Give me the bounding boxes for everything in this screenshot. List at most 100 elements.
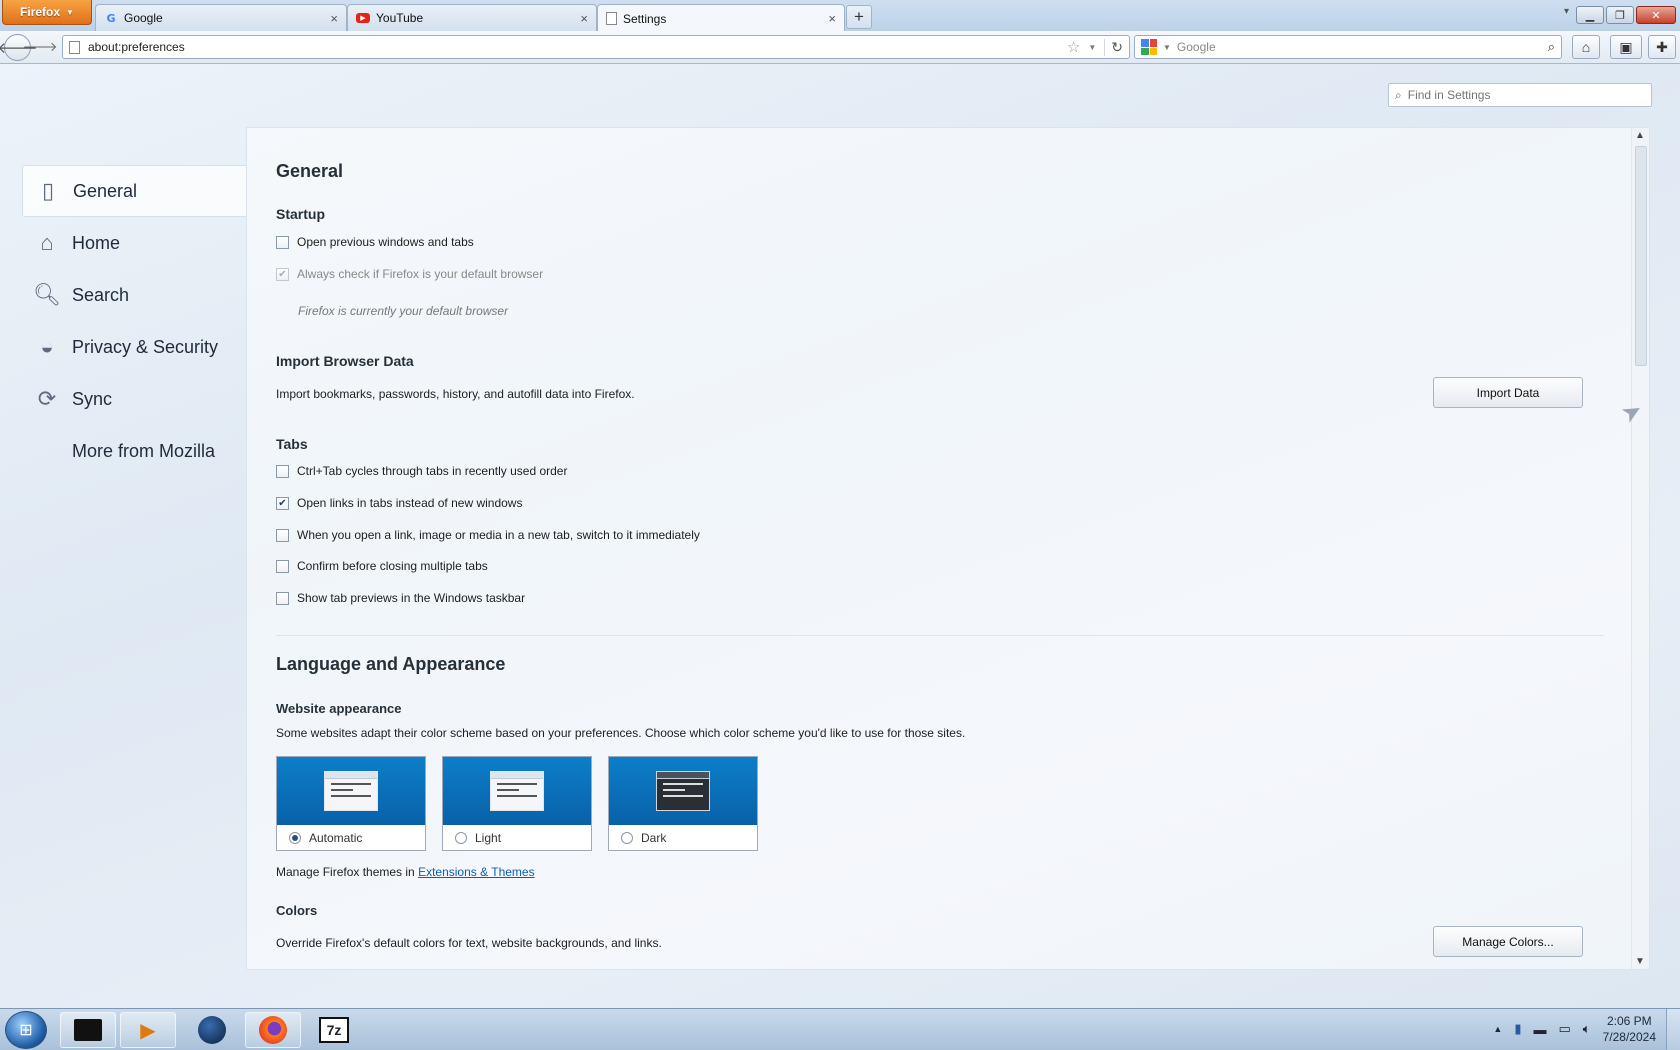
- light-radio[interactable]: [455, 832, 467, 844]
- sidebar-item-privacy[interactable]: ◒ Privacy & Security: [22, 321, 246, 373]
- tray-expand-icon[interactable]: ▲: [1493, 1024, 1502, 1034]
- system-clock[interactable]: 2:06 PM 7/28/2024: [1603, 1013, 1656, 1045]
- dark-window-icon: [656, 771, 710, 811]
- minimize-button[interactable]: ▁: [1576, 6, 1604, 24]
- clock-time: 2:06 PM: [1606, 1014, 1652, 1028]
- manage-themes-row: Manage Firefox themes in Extensions & Th…: [276, 865, 535, 879]
- close-tab-icon[interactable]: ×: [828, 11, 836, 26]
- website-appearance-heading: Website appearance: [276, 701, 402, 716]
- switch-to-new-tab-checkbox[interactable]: [276, 528, 289, 542]
- automatic-radio[interactable]: [289, 832, 301, 844]
- tab-label: Google: [124, 11, 163, 25]
- links-in-tabs-checkbox[interactable]: ✔: [276, 496, 289, 510]
- magnifier-icon[interactable]: ⌕: [1548, 39, 1555, 55]
- start-button[interactable]: ⊞: [5, 1011, 47, 1049]
- scroll-thumb[interactable]: [1635, 146, 1647, 366]
- theme-preview: [443, 757, 591, 825]
- network-icon[interactable]: ▭: [1559, 1021, 1571, 1037]
- scroll-down-icon[interactable]: ▼: [1635, 956, 1645, 967]
- import-data-button[interactable]: Import Data: [1433, 377, 1583, 408]
- content-scrollbar[interactable]: ▲ ▼: [1631, 128, 1649, 969]
- option-label: Ctrl+Tab cycles through tabs in recently…: [297, 464, 568, 478]
- sidebar-item-sync[interactable]: ⟳ Sync: [22, 373, 246, 425]
- taskbar-app-firefox[interactable]: [245, 1012, 301, 1048]
- manage-colors-button[interactable]: Manage Colors...: [1433, 926, 1583, 957]
- taskbar-app-7zip[interactable]: 7z: [306, 1012, 362, 1048]
- google-engine-icon[interactable]: [1141, 39, 1157, 55]
- startup-heading: Startup: [276, 206, 325, 222]
- confirm-close-checkbox[interactable]: [276, 559, 289, 573]
- taskbar-app-media-player[interactable]: ▶: [120, 1012, 176, 1048]
- tabs-heading: Tabs: [276, 436, 308, 452]
- settings-sidebar: ▯ General ⌂ Home 🔍︎ Search ◒ Privacy & S…: [22, 165, 246, 477]
- switch-to-new-tab-option[interactable]: When you open a link, image or media in …: [276, 528, 700, 542]
- ctrl-tab-option[interactable]: Ctrl+Tab cycles through tabs in recently…: [276, 464, 567, 478]
- theme-option-dark[interactable]: Dark: [608, 756, 758, 851]
- confirm-close-option[interactable]: Confirm before closing multiple tabs: [276, 559, 488, 573]
- option-label: Show tab previews in the Windows taskbar: [297, 591, 526, 605]
- media-player-icon: ▶: [140, 1019, 156, 1042]
- tab-previews-checkbox[interactable]: [276, 591, 289, 605]
- theme-option-automatic[interactable]: Automatic: [276, 756, 426, 851]
- tab-youtube[interactable]: ▶ YouTube ×: [347, 4, 597, 31]
- option-label: When you open a link, image or media in …: [297, 528, 700, 542]
- action-center-icon[interactable]: ▬: [1534, 1022, 1547, 1037]
- show-desktop-button[interactable]: [1666, 1009, 1680, 1050]
- sidebar-item-search[interactable]: 🔍︎ Search: [22, 269, 246, 321]
- close-tab-icon[interactable]: ×: [330, 11, 338, 26]
- volume-icon[interactable]: 🔈︎: [1583, 1021, 1591, 1037]
- google-favicon-icon: G: [106, 11, 116, 25]
- page-favicon-icon: [606, 12, 617, 25]
- page-identity-icon[interactable]: [69, 40, 80, 54]
- tab-google[interactable]: G Google ×: [95, 4, 347, 31]
- links-in-tabs-option[interactable]: ✔ Open links in tabs instead of new wind…: [276, 496, 522, 510]
- sidebar-item-general[interactable]: ▯ General: [22, 165, 246, 217]
- tab-previews-option[interactable]: Show tab previews in the Windows taskbar: [276, 591, 525, 605]
- clock-date: 7/28/2024: [1602, 1030, 1656, 1044]
- extensions-button[interactable]: ✚: [1648, 35, 1676, 59]
- language-appearance-heading: Language and Appearance: [276, 654, 506, 674]
- list-all-tabs-icon[interactable]: ▾: [1564, 6, 1569, 17]
- taskbar-app-terminal[interactable]: [60, 1012, 116, 1048]
- search-bar[interactable]: ▼ Google ⌕: [1134, 35, 1562, 59]
- dark-radio[interactable]: [621, 832, 633, 844]
- scroll-up-icon[interactable]: ▲: [1635, 130, 1645, 141]
- search-placeholder[interactable]: Google: [1177, 40, 1542, 54]
- general-icon: ▯: [41, 178, 55, 203]
- url-bar[interactable]: about:preferences ☆ ▼ ↻: [62, 35, 1130, 59]
- section-divider: [276, 635, 1604, 636]
- engine-dropdown-icon[interactable]: ▼: [1163, 43, 1171, 52]
- taskbar-app-globe[interactable]: [184, 1012, 240, 1048]
- sidebar-item-label: Sync: [72, 388, 113, 409]
- default-browser-note: Firefox is currently your default browse…: [298, 304, 509, 318]
- restore-session-option[interactable]: Open previous windows and tabs: [276, 235, 474, 249]
- sidebar-item-home[interactable]: ⌂ Home: [22, 217, 246, 269]
- website-appearance-description: Some websites adapt their color scheme b…: [276, 726, 966, 740]
- extensions-themes-link[interactable]: Extensions & Themes: [418, 865, 535, 879]
- theme-option-light[interactable]: Light: [442, 756, 592, 851]
- new-tab-button[interactable]: +: [846, 5, 872, 29]
- reload-icon[interactable]: ↻: [1104, 38, 1123, 56]
- theme-label: Automatic: [309, 831, 363, 845]
- url-history-dropdown-icon[interactable]: ▼: [1088, 43, 1096, 52]
- home-button[interactable]: ⌂: [1572, 35, 1600, 59]
- theme-label: Dark: [641, 831, 667, 845]
- restore-button[interactable]: ❐: [1606, 6, 1634, 24]
- ctrl-tab-checkbox[interactable]: [276, 464, 289, 478]
- sidebar-button[interactable]: ▣: [1610, 35, 1642, 59]
- firefox-menu-button[interactable]: Firefox ▼: [2, 0, 92, 25]
- tray-app-icon[interactable]: ▮: [1514, 1021, 1521, 1037]
- bookmark-star-icon[interactable]: ☆: [1067, 38, 1080, 56]
- restore-session-checkbox[interactable]: [276, 235, 289, 249]
- manage-themes-prefix: Manage Firefox themes in: [276, 865, 415, 879]
- find-in-settings[interactable]: ⌕: [1388, 83, 1652, 107]
- sidebar-item-label: General: [73, 180, 138, 201]
- forward-button[interactable]: 🡒: [23, 36, 58, 58]
- tab-settings[interactable]: Settings ×: [597, 4, 845, 32]
- plus-icon: +: [854, 7, 864, 26]
- find-in-settings-input[interactable]: [1407, 88, 1645, 102]
- url-text[interactable]: about:preferences: [88, 40, 1059, 54]
- close-tab-icon[interactable]: ×: [580, 11, 588, 26]
- sidebar-item-more-from-mozilla[interactable]: · More from Mozilla: [22, 425, 246, 477]
- close-window-button[interactable]: ✕: [1636, 6, 1676, 24]
